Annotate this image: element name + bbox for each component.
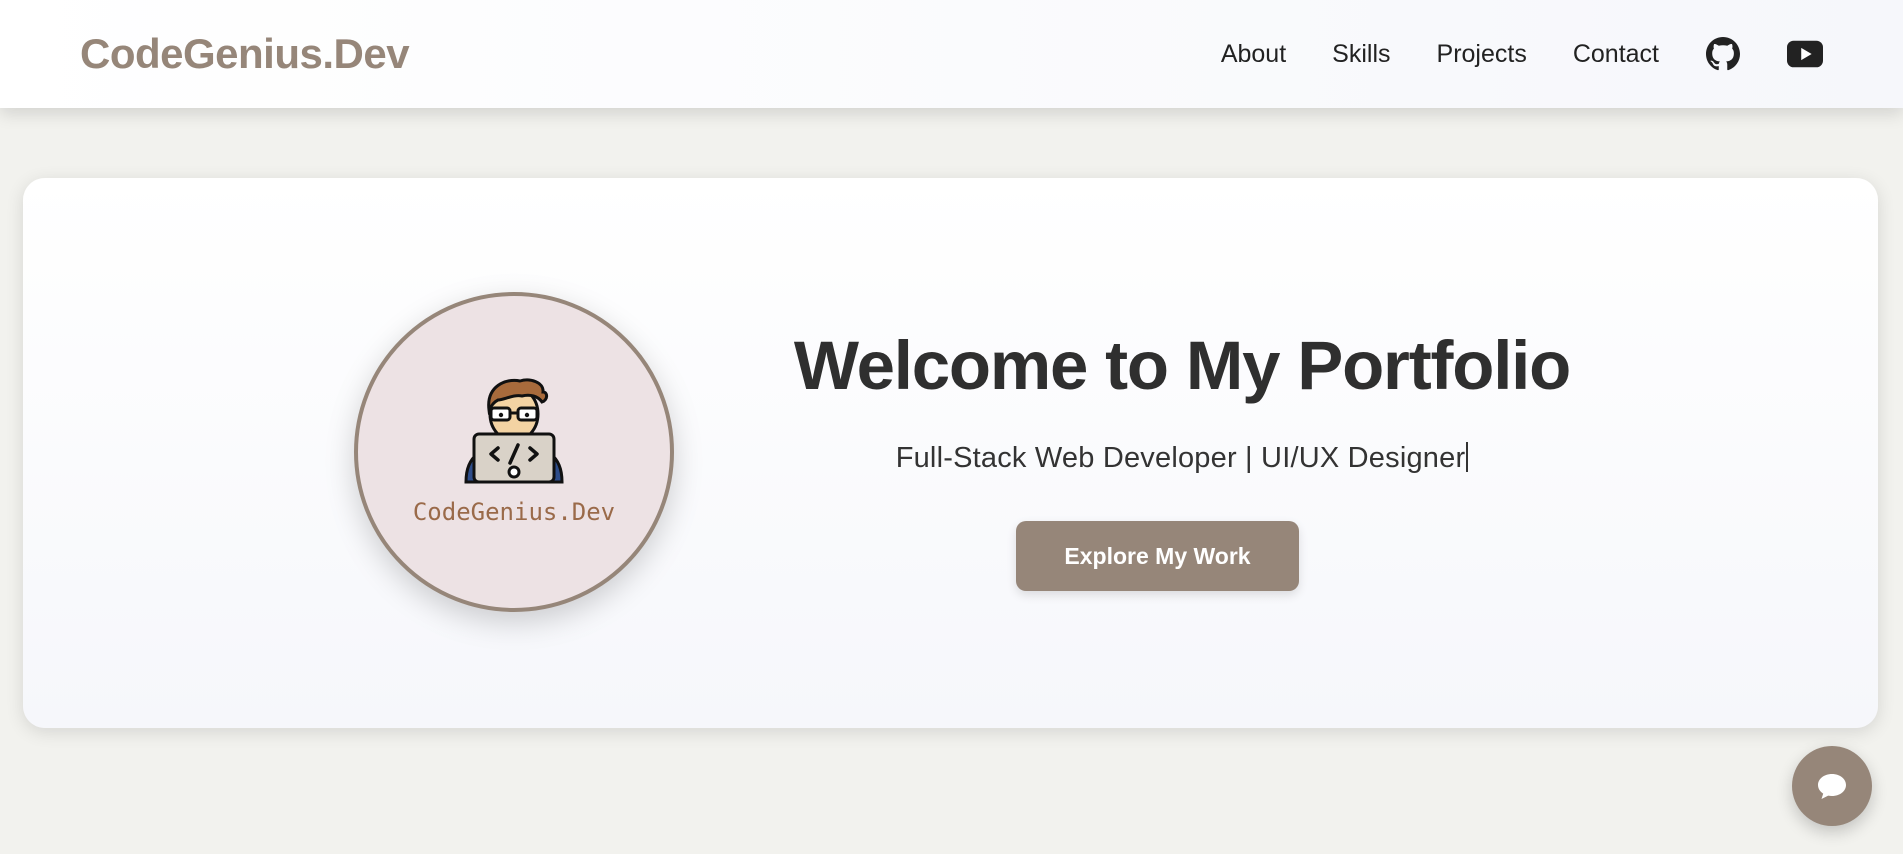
avatar-caption: CodeGenius.Dev bbox=[412, 498, 616, 526]
developer-avatar-icon bbox=[464, 378, 564, 484]
nav-link-about[interactable]: About bbox=[1221, 40, 1286, 69]
nav-link-contact[interactable]: Contact bbox=[1573, 40, 1659, 69]
github-icon[interactable] bbox=[1705, 36, 1741, 72]
chat-bubble-icon bbox=[1818, 774, 1846, 799]
hero-card: CodeGenius.Dev Welcome to My Portfolio F… bbox=[23, 178, 1878, 728]
hero-subtitle-text: Full-Stack Web Developer | UI/UX Designe… bbox=[895, 442, 1466, 474]
youtube-icon[interactable] bbox=[1787, 36, 1823, 72]
hero-subtitle: Full-Stack Web Developer | UI/UX Designe… bbox=[767, 442, 1597, 475]
chat-button[interactable] bbox=[1792, 746, 1872, 826]
nav-link-projects[interactable]: Projects bbox=[1437, 40, 1527, 69]
nav-link-skills[interactable]: Skills bbox=[1332, 40, 1390, 69]
site-logo[interactable]: CodeGenius.Dev bbox=[80, 30, 410, 78]
typing-cursor bbox=[1466, 442, 1469, 472]
avatar: CodeGenius.Dev bbox=[354, 292, 674, 612]
hero-title: Welcome to My Portfolio bbox=[793, 327, 1571, 404]
site-header: CodeGenius.Dev About Skills Projects Con… bbox=[0, 0, 1903, 108]
main-nav: About Skills Projects Contact bbox=[1221, 36, 1823, 72]
explore-work-button[interactable]: Explore My Work bbox=[1016, 521, 1299, 591]
